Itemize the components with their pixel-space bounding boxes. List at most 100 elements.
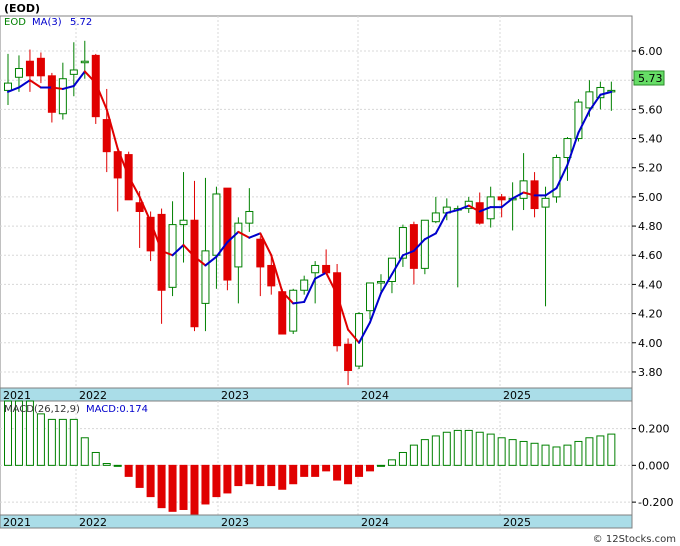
macd-bar	[91, 451, 100, 466]
macd-bar	[113, 464, 122, 467]
legend-eod: EOD	[4, 17, 26, 28]
macd-tick-label: 0.000	[638, 459, 670, 472]
candle-body	[541, 197, 550, 208]
candle-body	[366, 282, 375, 312]
candle-body	[58, 78, 67, 115]
macd-bar	[256, 464, 265, 487]
price-tick-label: 6.00	[638, 45, 663, 58]
macd-bar	[530, 442, 539, 466]
macd-bar	[574, 440, 583, 466]
macd-bar	[300, 464, 309, 477]
candle-body	[69, 69, 78, 75]
macd-bar	[355, 464, 364, 477]
macd-bar	[607, 433, 616, 466]
price-tick-label: 5.40	[638, 133, 663, 146]
year-label: 2021	[3, 389, 31, 402]
macd-axis: 0.200 0.000 -0.200	[632, 423, 673, 509]
macd-bar	[464, 429, 473, 466]
candle-body	[409, 224, 418, 269]
candle-body	[300, 279, 309, 291]
candle-body	[179, 219, 188, 226]
macd-tick-label: -0.200	[638, 496, 673, 509]
year-label: 2025	[503, 389, 531, 402]
candle-body	[376, 281, 385, 284]
macd-bar	[190, 464, 199, 516]
candle-body	[420, 219, 429, 269]
macd-bar	[223, 464, 232, 494]
year-label: 2023	[221, 516, 249, 529]
price-tick-label: 4.20	[638, 308, 663, 321]
year-label: 2022	[79, 389, 107, 402]
macd-bar	[387, 459, 396, 466]
price-tick-label: 4.60	[638, 249, 663, 262]
macd-bar	[453, 429, 462, 466]
candle-body	[4, 82, 12, 91]
ticker-title: (EOD)	[4, 2, 40, 15]
candle-body	[333, 272, 342, 347]
macd-bar	[179, 464, 188, 510]
macd-bar	[157, 464, 166, 509]
macd-bar	[311, 464, 320, 477]
candle-body	[234, 222, 243, 268]
macd-bar	[497, 437, 506, 466]
candle-body	[36, 57, 45, 77]
candle-body	[190, 219, 199, 328]
candle-body	[80, 60, 89, 64]
candle-body	[201, 250, 210, 304]
macd-bar	[212, 464, 221, 498]
candle-body	[14, 68, 23, 78]
macd-bar	[289, 464, 298, 485]
macd-bar	[442, 431, 451, 466]
macd-tick-label: 0.200	[638, 423, 670, 436]
legend-ma-value: 5.72	[70, 17, 92, 28]
candle-body	[311, 264, 320, 274]
macd-bar	[552, 446, 561, 466]
candle-body	[519, 180, 528, 199]
macd-bar	[563, 444, 572, 466]
candle-body	[497, 196, 506, 201]
last-price-label: 5.73	[638, 72, 663, 85]
macd-bar	[80, 437, 89, 466]
price-tick-label: 5.60	[638, 103, 663, 116]
macd-bar	[366, 464, 375, 472]
candle-body	[91, 54, 100, 118]
candle-body	[212, 193, 221, 256]
candle-body	[344, 343, 353, 371]
year-label: 2021	[3, 516, 31, 529]
macd-bar	[201, 464, 210, 505]
macd-bar	[333, 464, 342, 481]
price-tick-label: 3.80	[638, 366, 663, 379]
candle-body	[102, 119, 111, 153]
macd-value: MACD:0.174	[86, 404, 148, 415]
candle-body	[475, 202, 484, 224]
macd-bar	[508, 439, 517, 466]
year-label: 2025	[503, 516, 531, 529]
candle-body	[552, 157, 561, 198]
year-label: 2022	[79, 516, 107, 529]
macd-bar	[168, 464, 177, 512]
macd-bar	[398, 451, 407, 466]
legend-ma-label: MA(3)	[32, 17, 62, 28]
macd-bar	[47, 418, 56, 466]
macd-bar	[245, 464, 254, 485]
macd-bar	[344, 464, 353, 485]
price-tick-label: 4.40	[638, 278, 663, 291]
candle-body	[289, 289, 298, 332]
macd-bar	[322, 464, 331, 472]
candle-body	[245, 210, 254, 224]
candle-body	[25, 60, 34, 77]
macd-bar	[124, 464, 133, 477]
candle-body	[267, 264, 276, 287]
macd-bar	[376, 464, 385, 467]
macd-bar	[102, 463, 111, 466]
candle-body	[322, 264, 331, 274]
macd-bar	[36, 413, 45, 466]
year-label: 2024	[361, 516, 389, 529]
price-tick-label: 5.00	[638, 191, 663, 204]
watermark: © 12Stocks.com	[593, 534, 676, 545]
macd-label: MACD(26,12,9)	[4, 404, 80, 415]
price-tick-label: 4.00	[638, 337, 663, 350]
macd-bar	[135, 464, 144, 488]
macd-bar	[541, 444, 550, 466]
candle-body	[278, 291, 287, 335]
